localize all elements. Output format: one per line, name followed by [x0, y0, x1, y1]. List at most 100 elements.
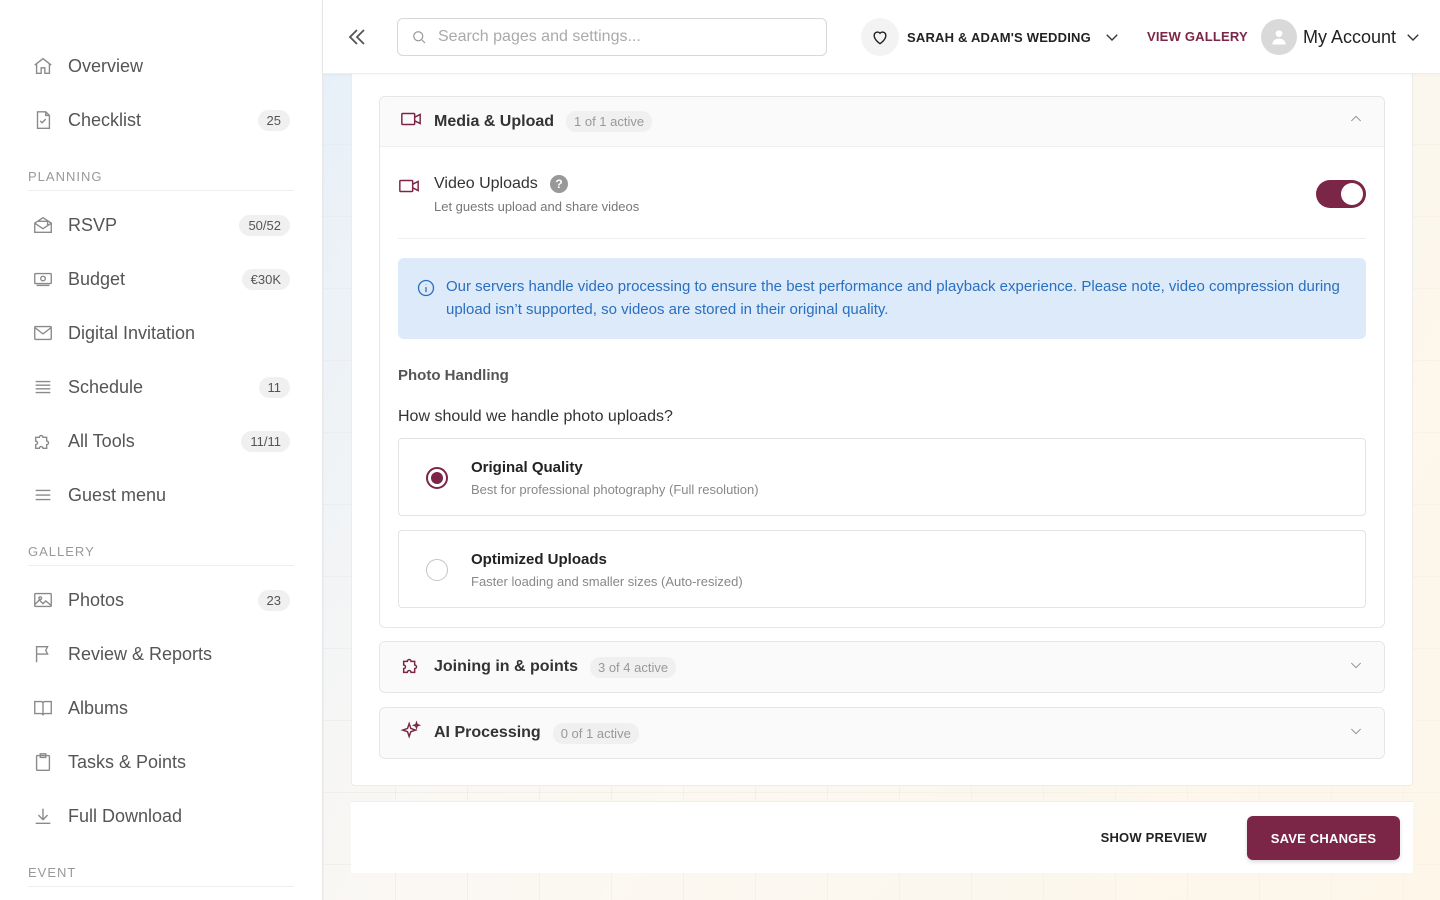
- option-description: Best for professional photography (Full …: [471, 482, 759, 497]
- photo-handling-question: How should we handle photo uploads?: [398, 408, 673, 425]
- top-header: SARAH & ADAM'S WEDDING VIEW GALLERY My A…: [323, 0, 1440, 74]
- event-name: SARAH & ADAM'S WEDDING: [907, 29, 1091, 45]
- flag-icon: [28, 642, 60, 666]
- photo-handling-title: Photo Handling: [398, 367, 509, 384]
- download-icon: [28, 804, 60, 828]
- sidebar-item-label: Full Download: [68, 805, 183, 826]
- video-uploads-toggle[interactable]: [1316, 180, 1366, 208]
- media-upload-header[interactable]: Media & Upload 1 of 1 active: [380, 97, 1384, 147]
- user-icon: [1272, 30, 1286, 45]
- sidebar-item-guest-menu[interactable]: Guest menu: [28, 475, 294, 515]
- sidebar-item-label: RSVP: [68, 214, 118, 235]
- help-icon[interactable]: ?: [550, 175, 568, 193]
- active-count-badge: 1 of 1 active: [566, 111, 653, 132]
- section-header-gallery: GALLERY: [28, 544, 294, 566]
- event-selector[interactable]: SARAH & ADAM'S WEDDING: [861, 18, 1121, 56]
- account-label: My Account: [1303, 26, 1397, 47]
- chevron-down-icon: [1407, 34, 1419, 41]
- section-header-event: EVENT: [28, 865, 294, 887]
- book-icon: [28, 696, 60, 720]
- count-badge: 23: [257, 589, 290, 611]
- joining-points-header[interactable]: Joining in & points 3 of 4 active: [380, 642, 1384, 692]
- search-input[interactable]: [438, 28, 818, 46]
- checklist-icon: [28, 108, 60, 132]
- double-chevron-left-icon: [348, 29, 365, 45]
- sidebar-item-label: All Tools: [68, 430, 135, 451]
- search-icon: [413, 31, 426, 44]
- active-count-badge: 3 of 4 active: [589, 656, 677, 678]
- info-text: Our servers handle video processing to e…: [446, 278, 1340, 318]
- show-preview-button[interactable]: SHOW PREVIEW: [1101, 830, 1207, 845]
- sidebar-item-overview[interactable]: Overview: [28, 46, 294, 86]
- heart-icon: [861, 18, 899, 56]
- account-menu[interactable]: My Account: [1261, 18, 1422, 56]
- count-badge: 11/11: [241, 430, 290, 452]
- sidebar-item-albums[interactable]: Albums: [28, 688, 294, 728]
- option-optimized-uploads[interactable]: Optimized Uploads Faster loading and sma…: [398, 530, 1366, 608]
- count-badge: €30K: [241, 268, 290, 290]
- sidebar-item-label: Albums: [68, 697, 129, 718]
- info-banner: Our servers handle video processing to e…: [398, 258, 1366, 339]
- video-camera-icon: [400, 108, 422, 135]
- sidebar-item-label: Guest menu: [68, 484, 167, 505]
- ai-processing-header[interactable]: AI Processing 0 of 1 active: [380, 708, 1384, 758]
- sidebar-item-label: Budget: [68, 268, 126, 289]
- option-title: Optimized Uploads: [471, 551, 607, 568]
- ai-processing-section: AI Processing 0 of 1 active: [379, 707, 1385, 759]
- sidebar-item-photos[interactable]: Photos 23: [28, 580, 294, 620]
- section-title: AI Processing: [434, 724, 541, 741]
- count-badge: 50/52: [239, 214, 290, 236]
- video-uploads-row: Video Uploads ? Let guests upload and sh…: [398, 163, 1366, 239]
- sidebar-item-review-reports[interactable]: Review & Reports: [28, 634, 294, 674]
- video-camera-icon: [398, 175, 420, 202]
- radio-optimized-uploads[interactable]: [426, 559, 448, 581]
- joining-points-section: Joining in & points 3 of 4 active: [379, 641, 1385, 693]
- view-gallery-link[interactable]: VIEW GALLERY: [1147, 29, 1248, 44]
- mail-icon: [28, 321, 60, 345]
- avatar: [1261, 19, 1297, 55]
- section-title: Joining in & points: [434, 658, 578, 675]
- video-uploads-description: Let guests upload and share videos: [434, 199, 640, 214]
- option-description: Faster loading and smaller sizes (Auto-r…: [471, 574, 743, 589]
- section-header-planning: PLANNING: [28, 169, 294, 191]
- menu-icon: [28, 483, 60, 507]
- sidebar-item-label: Checklist: [68, 109, 142, 130]
- sidebar-item-all-tools[interactable]: All Tools 11/11: [28, 421, 294, 461]
- list-icon: [28, 375, 60, 399]
- sparkles-icon: [400, 719, 422, 747]
- sidebar-item-budget[interactable]: Budget €30K: [28, 259, 294, 299]
- sidebar-item-label: Tasks & Points: [68, 751, 187, 772]
- sidebar-item-checklist[interactable]: Checklist 25: [28, 100, 294, 140]
- count-badge: 11: [258, 376, 290, 398]
- chevron-up-icon[interactable]: [1348, 111, 1364, 132]
- chevron-down-icon[interactable]: [1348, 657, 1364, 678]
- save-changes-button[interactable]: SAVE CHANGES: [1247, 816, 1400, 860]
- money-icon: [28, 267, 60, 291]
- sidebar-item-tasks-points[interactable]: Tasks & Points: [28, 742, 294, 782]
- sidebar: Overview Checklist 25 PLANNING RSVP 50/5…: [0, 0, 323, 900]
- option-original-quality[interactable]: Original Quality Best for professional p…: [398, 438, 1366, 516]
- sidebar-item-schedule[interactable]: Schedule 11: [28, 367, 294, 407]
- sidebar-item-label: Photos: [68, 589, 125, 610]
- envelope-open-icon: [28, 213, 60, 237]
- search-box[interactable]: [397, 18, 827, 56]
- section-title: Media & Upload: [434, 112, 555, 130]
- collapse-sidebar-button[interactable]: [345, 25, 369, 49]
- sidebar-item-label: Schedule: [68, 376, 144, 397]
- video-uploads-title: Video Uploads: [434, 175, 538, 192]
- radio-original-quality[interactable]: [426, 467, 448, 489]
- chevron-down-icon[interactable]: [1348, 723, 1364, 744]
- sidebar-item-label: Overview: [68, 55, 144, 76]
- home-icon: [28, 54, 60, 78]
- info-icon: [416, 278, 436, 305]
- sidebar-item-full-download[interactable]: Full Download: [28, 796, 294, 836]
- puzzle-icon: [400, 654, 422, 681]
- sidebar-item-rsvp[interactable]: RSVP 50/52: [28, 205, 294, 245]
- chevron-down-icon: [1106, 34, 1118, 41]
- puzzle-icon: [28, 429, 60, 453]
- count-badge: 25: [257, 109, 290, 131]
- clipboard-icon: [28, 750, 60, 774]
- sidebar-item-label: Digital Invitation: [68, 322, 196, 343]
- sidebar-item-label: Review & Reports: [68, 643, 213, 664]
- sidebar-item-digital-invitation[interactable]: Digital Invitation: [28, 313, 294, 353]
